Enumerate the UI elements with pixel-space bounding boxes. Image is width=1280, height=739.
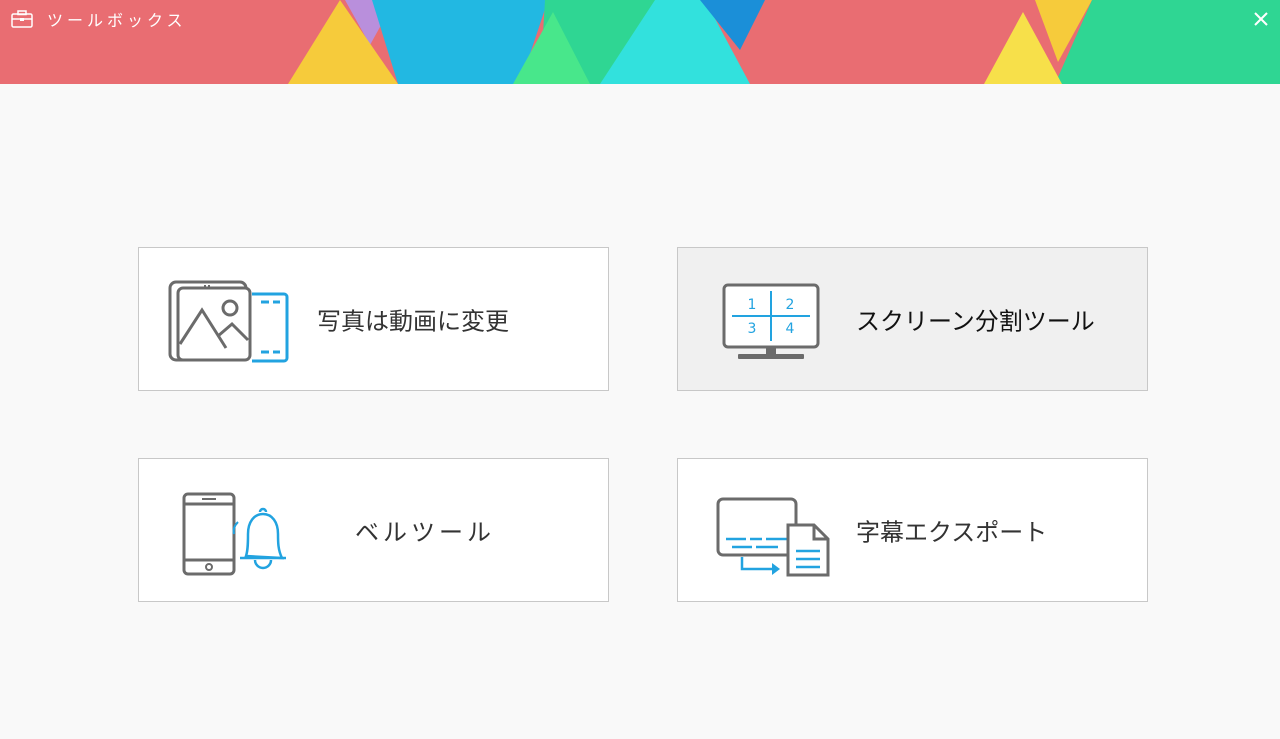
tool-card-split-screen[interactable]: 1 2 3 4 スクリーン分割ツール [677, 247, 1148, 391]
toolbox-icon [11, 10, 33, 28]
photo-to-video-icon [168, 280, 289, 363]
window-title: ツールボックス [47, 11, 187, 30]
title-bar: ツールボックス [0, 0, 1280, 84]
close-button[interactable] [1250, 8, 1272, 30]
tool-label-split-screen: スクリーン分割ツール [856, 307, 1095, 336]
split-number-1: 1 [748, 297, 757, 313]
tool-label-subtitle-export: 字幕エクスポート [856, 518, 1048, 547]
split-screen-monitor-icon: 1 2 3 4 [722, 283, 820, 359]
tool-label-bell-tool: ベルツール [355, 518, 495, 547]
window-title-area: ツールボックス [11, 8, 187, 30]
tool-grid: 写真は動画に変更 1 2 3 4 スクリーン分割ツール ベルツール 字幕エクスポ… [0, 84, 1280, 739]
subtitle-export-icon [716, 497, 830, 577]
tool-card-photo-to-video[interactable]: 写真は動画に変更 [138, 247, 609, 391]
close-icon [1254, 12, 1268, 26]
tool-label-photo-to-video: 写真は動画に変更 [317, 307, 509, 336]
phone-bell-icon [182, 492, 286, 576]
tool-card-bell-tool[interactable]: ベルツール [138, 458, 609, 602]
banner-background [0, 0, 1280, 84]
split-number-4: 4 [786, 321, 795, 337]
split-number-3: 3 [748, 321, 757, 337]
split-number-2: 2 [786, 297, 795, 313]
tool-card-subtitle-export[interactable]: 字幕エクスポート [677, 458, 1148, 602]
